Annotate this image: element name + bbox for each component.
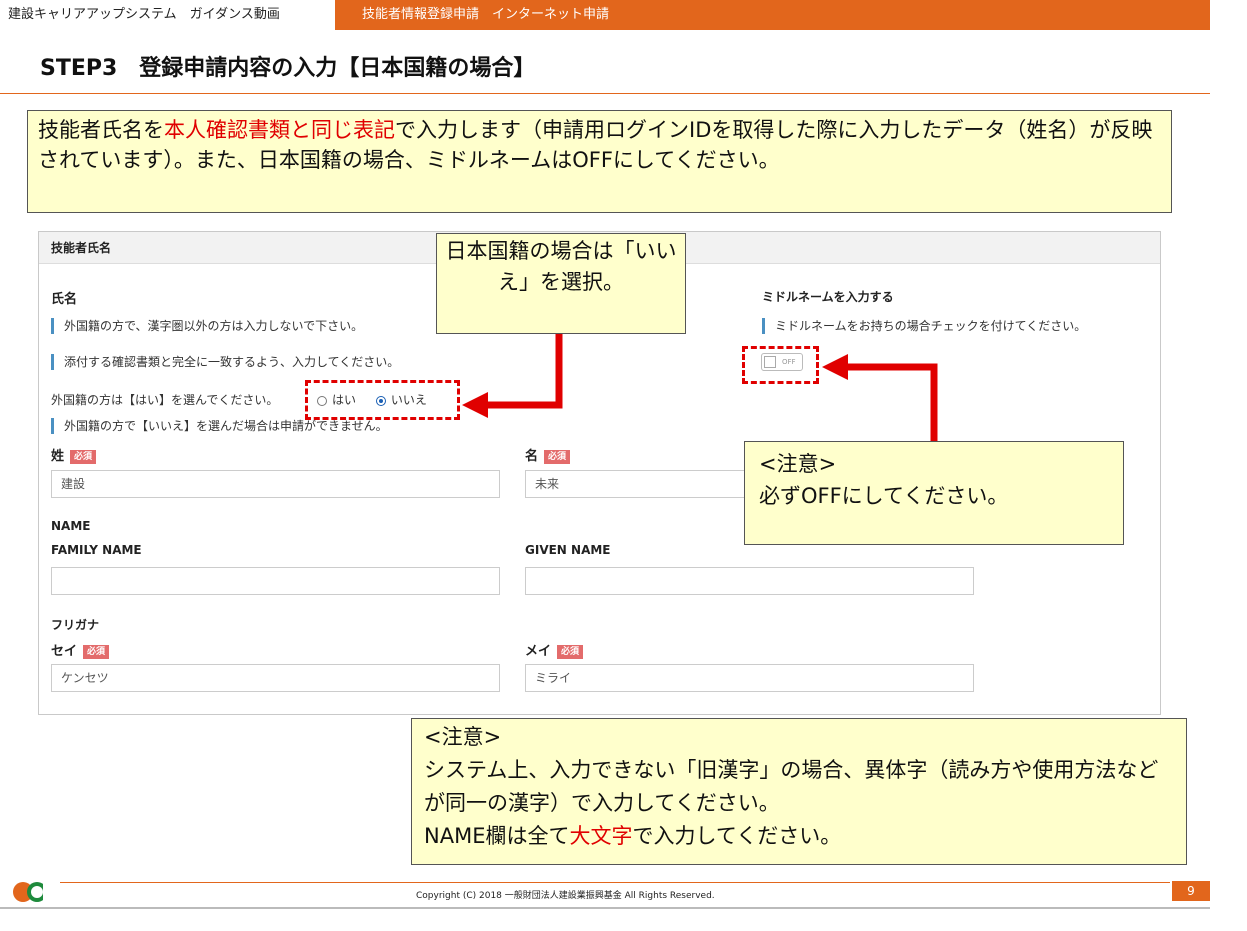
uppercase-highlight: 大文字	[569, 824, 633, 848]
off-warning-title: <注意>	[759, 452, 837, 476]
arrowhead-icon	[822, 354, 848, 380]
uppercase-text: で入力してください。	[632, 824, 842, 848]
uppercase-text: NAME欄は全て	[424, 824, 570, 848]
uppercase-note: NAME欄は全て大文字で入力してください。	[424, 820, 1174, 853]
kanji-warning-callout: <注意> システム上、入力できない「旧漢字」の場合、異体字（読み方や使用方法など…	[411, 718, 1187, 865]
arrow-to-radio	[488, 334, 563, 409]
bottom-border	[0, 907, 1210, 909]
logo-icon	[13, 882, 49, 902]
kanji-warning-title: <注意>	[424, 725, 502, 749]
kanji-warning-text: システム上、入力できない「旧漢字」の場合、異体字（読み方や使用方法などが同一の漢…	[424, 758, 1159, 815]
off-warning-text: 必ずOFFにしてください。	[759, 484, 1009, 508]
copyright: Copyright (C) 2018 一般財団法人建設業振興基金 All Rig…	[416, 891, 715, 901]
page-number: 9	[1172, 881, 1210, 901]
arrow-to-toggle	[848, 363, 938, 441]
japanese-nationality-callout: 日本国籍の場合は「いいえ」を選択。	[436, 233, 686, 334]
footer-divider	[60, 882, 1170, 883]
off-warning-callout: <注意> 必ずOFFにしてください。	[744, 441, 1124, 545]
arrowhead-icon	[462, 392, 488, 418]
